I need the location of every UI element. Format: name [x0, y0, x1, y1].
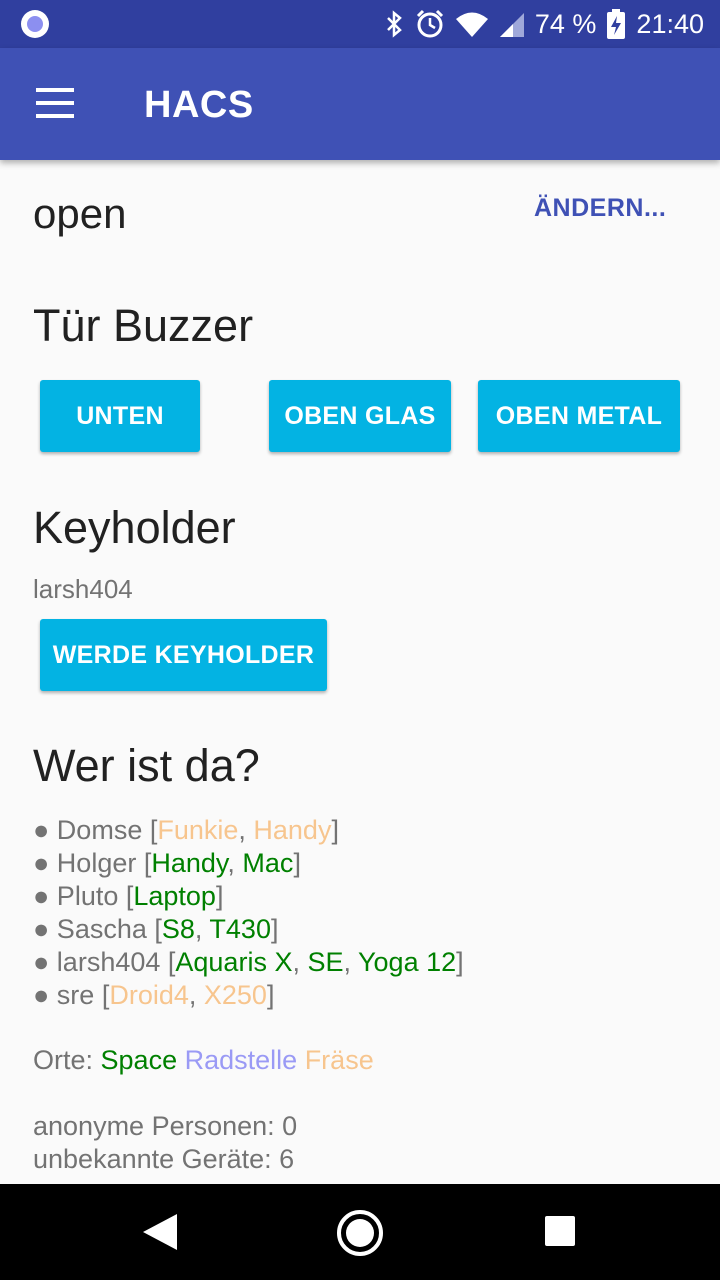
navigation-bar [0, 1184, 720, 1280]
person-name: ● Domse [ [33, 815, 158, 845]
person-name: ● Holger [ [33, 848, 152, 878]
recents-icon[interactable] [545, 1216, 575, 1246]
places-label: Orte: [33, 1045, 94, 1075]
presence-heading: Wer ist da? [33, 740, 260, 791]
person-row: ● Holger [Handy, Mac] [33, 848, 301, 878]
device-name: Droid4 [109, 980, 189, 1010]
person-row: ● larsh404 [Aquaris X, SE, Yoga 12] [33, 947, 464, 977]
wifi-icon [455, 10, 489, 38]
bluetooth-icon [385, 10, 405, 38]
places-list: Space Radstelle Fräse [101, 1045, 374, 1075]
device-name: Mac [242, 848, 294, 878]
battery-charging-icon [606, 8, 626, 40]
place-name: Radstelle [184, 1045, 298, 1075]
device-name: Handy [253, 815, 332, 845]
person-name: ● Sascha [ [33, 914, 162, 944]
back-icon[interactable] [143, 1214, 177, 1250]
person-row: ● Sascha [S8, T430] [33, 914, 279, 944]
people-list: ● Domse [Funkie, Handy] ● Holger [Handy, … [33, 814, 464, 1012]
unknown-devices-count: unbekannte Geräte: 6 [33, 1144, 295, 1174]
app-title: HACS [144, 84, 254, 126]
notification-dot-icon [21, 10, 49, 38]
anonymous-count: anonyme Personen: 0 [33, 1111, 298, 1141]
person-row: ● Pluto [Laptop] [33, 881, 224, 911]
person-row: ● sre [Droid4, X250] [33, 980, 275, 1010]
status-icons: 74 % 21:40 [385, 0, 704, 48]
device-name: Yoga 12 [358, 947, 457, 977]
buzzer-oben-glas-button[interactable]: OBEN GLAS [269, 380, 451, 452]
place-name: Space [100, 1045, 178, 1075]
place-name: Fräse [304, 1045, 374, 1075]
become-keyholder-button[interactable]: WERDE KEYHOLDER [40, 619, 327, 691]
home-icon[interactable] [337, 1210, 383, 1256]
device-name: Funkie [157, 815, 239, 845]
app-bar: HACS [0, 48, 720, 160]
device-name: SE [307, 947, 344, 977]
person-row: ● Domse [Funkie, Handy] [33, 815, 339, 845]
device-name: Aquaris X [175, 947, 293, 977]
menu-icon[interactable] [36, 88, 76, 120]
device-name: X250 [203, 980, 267, 1010]
buzzer-unten-button[interactable]: UNTEN [40, 380, 200, 452]
keyholder-name: larsh404 [33, 574, 133, 604]
change-state-button[interactable]: ÄNDERN... [534, 194, 666, 223]
places-line: Orte: Space Radstelle Fräse [33, 1044, 374, 1077]
signal-icon [499, 10, 525, 38]
device-name: S8 [161, 914, 195, 944]
buzzer-oben-metal-button[interactable]: OBEN METAL [478, 380, 680, 452]
keyholder-heading: Keyholder [33, 502, 236, 553]
door-state-value: open [33, 190, 127, 237]
clock: 21:40 [636, 8, 704, 39]
status-bar: 74 % 21:40 [0, 0, 720, 48]
battery-percent: 74 % [534, 8, 597, 39]
device-name: Handy [151, 848, 228, 878]
device-name: Laptop [133, 881, 216, 911]
person-name: ● Pluto [ [33, 881, 134, 911]
person-name: ● larsh404 [ [33, 947, 176, 977]
device-name: T430 [209, 914, 271, 944]
buzzer-heading: Tür Buzzer [33, 300, 254, 351]
person-name: ● sre [ [33, 980, 110, 1010]
alarm-icon [415, 9, 445, 39]
